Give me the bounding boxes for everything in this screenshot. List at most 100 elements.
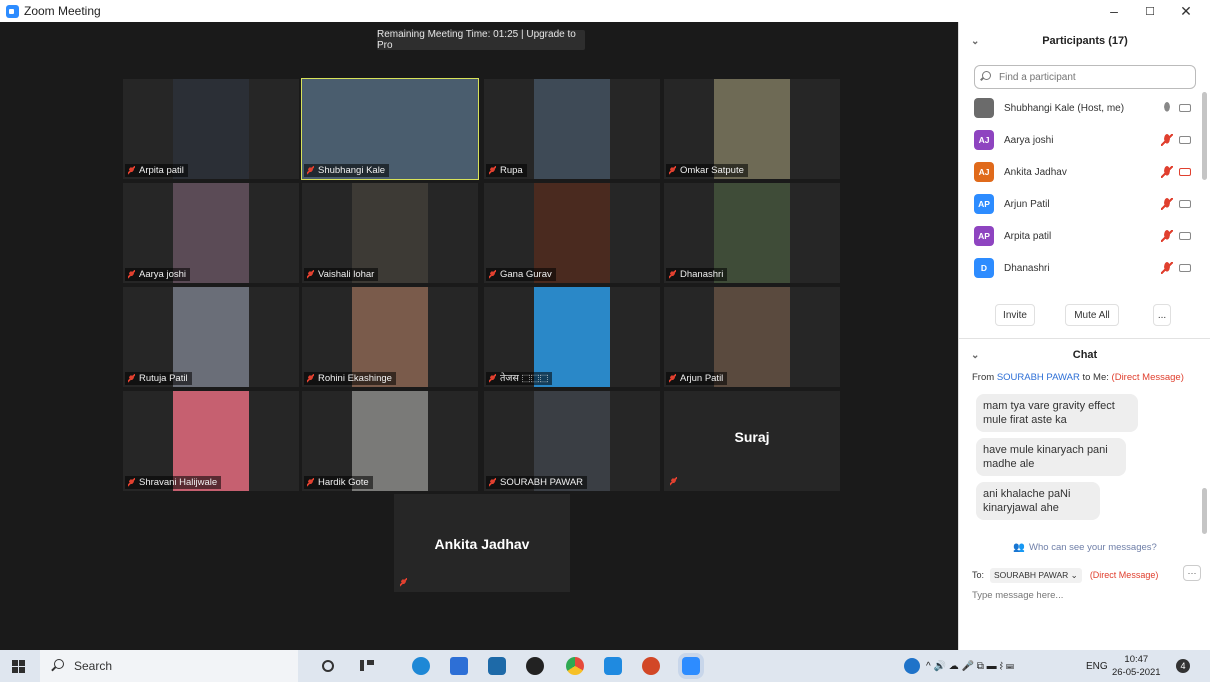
video-tile[interactable]: Rutuja Patil	[123, 287, 299, 387]
camera-icon[interactable]	[1179, 264, 1191, 272]
windows-taskbar: Search ^ 🔊 ☁ 🎤 ⧉ ▬ ⌇ ⌨ ENG 10:47 26-05-2…	[0, 650, 1210, 682]
participant-name-label: Aarya joshi	[125, 268, 190, 281]
cortana-icon[interactable]	[322, 660, 334, 672]
video-tile[interactable]: Dhanashri	[664, 183, 840, 283]
recipient-select[interactable]: SOURABH PAWAR ⌄	[990, 567, 1082, 583]
task-view-icon[interactable]	[358, 657, 376, 675]
from-prefix: From	[972, 372, 995, 383]
mute-all-button[interactable]: Mute All	[1065, 304, 1119, 326]
mic-muted-icon[interactable]	[1161, 230, 1173, 242]
collapse-chevron-icon[interactable]: ⌄	[971, 36, 979, 47]
mic-muted-icon[interactable]	[1161, 166, 1173, 178]
participant-name: Shubhangi Kale (Host, me)	[1004, 102, 1125, 114]
sender-name[interactable]: SOURABH PAWAR	[997, 372, 1080, 383]
participant-name: Arjun Patil	[1004, 198, 1050, 210]
participant-row[interactable]: AP Arjun Patil	[959, 188, 1197, 220]
chat-message: mam tya vare gravity effect mule firat a…	[976, 394, 1138, 432]
minimize-button[interactable]: –	[1096, 0, 1132, 22]
mic-muted-icon[interactable]	[1161, 262, 1173, 274]
video-tile[interactable]: तेजस ⬚⬚⬚	[484, 287, 660, 387]
camera-off-icon[interactable]	[1179, 168, 1191, 176]
video-tile[interactable]: Vaishali lohar	[302, 183, 478, 283]
close-button[interactable]: ✕	[1168, 0, 1204, 22]
right-panel: ⌄ Participants (17) Shubhangi Kale (Host…	[958, 22, 1210, 650]
video-tile[interactable]: SOURABH PAWAR	[484, 391, 660, 491]
participant-scrollbar[interactable]	[1202, 92, 1207, 180]
chat-message: have mule kinaryach pani madhe ale	[976, 438, 1126, 476]
participant-name: Aarya joshi	[1004, 134, 1054, 146]
direct-message-label: (Direct Message)	[1089, 570, 1159, 580]
video-tile[interactable]: Gana Gurav	[484, 183, 660, 283]
participant-row[interactable]: AP Arpita patil	[959, 220, 1197, 252]
direct-message-tag: (Direct Message)	[1111, 372, 1184, 383]
video-tile[interactable]: Shravani Halijwale	[123, 391, 299, 491]
participant-row[interactable]: AJ Aarya joshi	[959, 124, 1197, 156]
video-tile[interactable]: Hardik Gote	[302, 391, 478, 491]
avatar: AJ	[974, 162, 994, 182]
zoom-window: Zoom Meeting – ☐ ✕ Remaining Meeting Tim…	[0, 0, 1210, 682]
participant-name-label: Rohini Ekashinge	[304, 372, 396, 385]
video-tile[interactable]: Arjun Patil	[664, 287, 840, 387]
tray-icons[interactable]: ^ 🔊 ☁ 🎤 ⧉ ▬ ⌇ ⌨	[926, 650, 1014, 682]
video-gallery: Remaining Meeting Time: 01:25 | Upgrade …	[0, 22, 958, 650]
chrome-icon[interactable]	[566, 657, 584, 675]
participant-name-label: Arjun Patil	[666, 372, 728, 385]
participant-name-label: Arpita patil	[125, 164, 188, 177]
find-participant-input[interactable]	[974, 65, 1196, 89]
notification-icon[interactable]: 4	[1176, 650, 1190, 682]
language-indicator[interactable]: ENG	[1086, 650, 1108, 682]
to-me: to Me:	[1082, 372, 1109, 383]
camera-icon[interactable]	[1179, 104, 1191, 112]
panel-divider	[959, 338, 1210, 339]
clock-date: 26-05-2021	[1112, 667, 1161, 678]
file-explorer-icon[interactable]	[488, 657, 506, 675]
windows-start-icon[interactable]	[12, 660, 25, 673]
mail-icon[interactable]	[604, 657, 622, 675]
participant-row[interactable]: D Dhanashri	[959, 252, 1197, 284]
participant-name-label: Vaishali lohar	[304, 268, 379, 281]
mic-muted-icon[interactable]	[1161, 134, 1173, 146]
edge-icon[interactable]	[412, 657, 430, 675]
video-tile-ankita[interactable]: Ankita Jadhav	[394, 494, 570, 592]
zoom-taskbar-icon[interactable]	[682, 657, 700, 675]
participant-name: Ankita Jadhav	[1004, 166, 1067, 178]
meeting-timer[interactable]: Remaining Meeting Time: 01:25 | Upgrade …	[377, 29, 585, 51]
video-tile[interactable]: Aarya joshi	[123, 183, 299, 283]
video-tile[interactable]: Rupa	[484, 79, 660, 179]
video-tile[interactable]: Rohini Ekashinge	[302, 287, 478, 387]
chat-message: ani khalache paNi kinaryjawal ahe	[976, 482, 1100, 520]
invite-button[interactable]: Invite	[995, 304, 1035, 326]
video-tile[interactable]: Arpita patil	[123, 79, 299, 179]
chat-scrollbar[interactable]	[1202, 488, 1207, 534]
participant-row[interactable]: AJ Ankita Jadhav	[959, 156, 1197, 188]
video-tile[interactable]: Shubhangi Kale	[301, 78, 479, 180]
dropbox-icon[interactable]	[450, 657, 468, 675]
taskbar-clock[interactable]: 10:47 26-05-2021	[1112, 653, 1161, 679]
collapse-chevron-icon[interactable]: ⌄	[971, 350, 979, 361]
title-bar: Zoom Meeting – ☐ ✕	[0, 0, 1210, 22]
powerpoint-icon[interactable]	[642, 657, 660, 675]
camera-icon[interactable]	[1179, 200, 1191, 208]
help-icon[interactable]	[904, 658, 920, 674]
participant-row[interactable]	[959, 284, 1197, 288]
participant-name-label: Shubhangi Kale	[304, 164, 390, 177]
more-options-button[interactable]: ...	[1153, 304, 1171, 326]
mic-icon[interactable]	[1161, 102, 1173, 114]
camera-icon[interactable]	[1179, 232, 1191, 240]
camera-icon[interactable]	[1179, 136, 1191, 144]
avatar: AJ	[974, 130, 994, 150]
mic-muted-icon[interactable]	[1161, 198, 1173, 210]
chat-input[interactable]: Type message here...	[972, 590, 1063, 601]
video-tile[interactable]: Omkar Satpute	[664, 79, 840, 179]
chat-title: Chat	[1072, 349, 1098, 361]
who-can-see-link[interactable]: 👥 Who can see your messages?	[959, 538, 1210, 556]
maximize-button[interactable]: ☐	[1132, 0, 1168, 22]
participant-row[interactable]: Shubhangi Kale (Host, me)	[959, 92, 1197, 124]
taskbar-search[interactable]: Search	[40, 650, 298, 682]
who-can-see-text: Who can see your messages?	[1029, 541, 1157, 553]
video-tile[interactable]: Suraj	[664, 391, 840, 491]
participant-name-label: Omkar Satpute	[666, 164, 748, 177]
chat-more-button[interactable]: ···	[1183, 565, 1201, 581]
app-icon[interactable]	[526, 657, 544, 675]
participant-name-label: SOURABH PAWAR	[486, 476, 588, 489]
